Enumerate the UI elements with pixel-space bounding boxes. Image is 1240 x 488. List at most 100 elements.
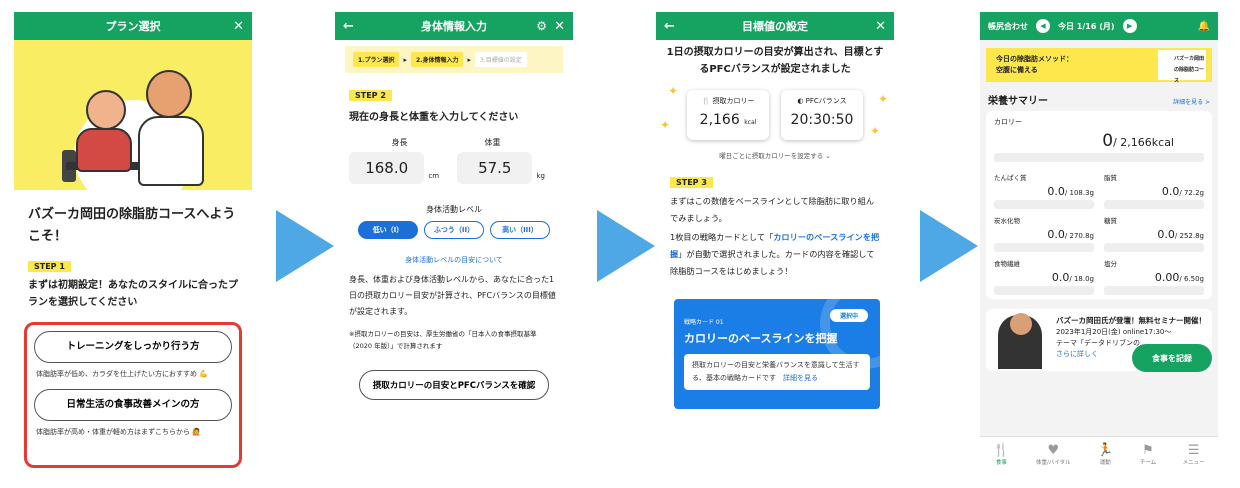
- nutrient-value: 0.0: [1047, 185, 1065, 198]
- next-day-icon[interactable]: ▶: [1122, 19, 1137, 33]
- promo-more-link[interactable]: さらに詳しく: [1056, 350, 1098, 358]
- flag-icon: ⚑: [1142, 443, 1154, 458]
- welcome-title: バズーカ岡田の除脂肪コースへようこそ！: [28, 207, 236, 244]
- daily-method-banner[interactable]: 今日の除脂肪メソッド： 空腹に備える バズーカ岡田の除脂肪コース: [986, 48, 1212, 84]
- flow-arrow-icon: [276, 210, 334, 282]
- nutrient-target: / 270.8g: [1064, 232, 1094, 240]
- calculation-explanation: 身長、体重および身体活動レベルから、あなたに合った1日の摂取カロリー目安が計算さ…: [349, 275, 556, 316]
- set-by-day-toggle[interactable]: 曜日ごとに摂取カロリーを設定する ⌄: [656, 150, 894, 160]
- crumb-body-info: 2.身体情報入力: [410, 52, 464, 67]
- gear-icon[interactable]: ⚙: [536, 19, 547, 33]
- flow-arrow-icon: [920, 210, 978, 282]
- tab-label: 運動: [1099, 460, 1111, 466]
- heart-icon: ♥: [1047, 443, 1060, 458]
- nutrient-target: / 18.0g: [1069, 275, 1094, 283]
- tab-team[interactable]: ⚑ チーム: [1140, 443, 1156, 466]
- menu-icon: ☰: [1187, 443, 1200, 458]
- tab-label: チーム: [1139, 460, 1157, 466]
- close-icon[interactable]: ✕: [554, 19, 565, 34]
- step-badge: STEP 2: [349, 90, 392, 101]
- weight-input[interactable]: 57.5: [457, 152, 533, 184]
- diet-plan-button[interactable]: 日常生活の食事改善メインの方: [34, 389, 232, 421]
- promo-title: バズーカ岡田氏が登壇！無料セミナー開催！: [1056, 316, 1206, 325]
- activity-level-selector: 低い（I） ふつう（II） 高い（III）: [335, 221, 573, 239]
- progress-steps: 1.プラン選択 ▸ 2.身体情報入力 ▸ 3.目標値の設定: [345, 46, 563, 73]
- calorie-label: カロリー: [994, 118, 1022, 126]
- strategy-text-pre: 1枚目の戦略カードとして「: [670, 232, 774, 242]
- strategy-card-more-link[interactable]: 詳細を見る: [783, 374, 818, 382]
- body-info-header: ← 身体情報入力 ⚙ ✕: [335, 12, 573, 40]
- close-icon[interactable]: ✕: [233, 19, 244, 34]
- strategy-text-post: 」が自動で選択されました。カードの内容を確認して除脂肪コースをはじめましょう！: [670, 249, 875, 276]
- body-info-heading: 現在の身長と体重を入力してください: [349, 112, 519, 123]
- calorie-target-card: 🍴 摂取カロリー 2,166 kcal: [687, 90, 769, 140]
- activity-high-button[interactable]: 高い（III）: [490, 221, 550, 239]
- strategy-card-desc-text: 摂取カロリーの目安と栄養バランスを意識して生活する、基本の戦略カードです: [692, 361, 860, 382]
- back-arrow-icon[interactable]: ←: [664, 19, 675, 34]
- height-input[interactable]: 168.0: [349, 152, 425, 184]
- strategy-card[interactable]: 選択中 戦略カード 01 カロリーのベースラインを把握 摂取カロリーの目安と栄養…: [674, 299, 880, 409]
- activity-low-button[interactable]: 低い（I）: [358, 221, 418, 239]
- summary-more-link[interactable]: 詳細を見る >: [1173, 97, 1210, 106]
- activity-guide-link[interactable]: 身体活動レベルの目安について: [405, 256, 503, 264]
- sparkle-icon: ✦: [660, 118, 671, 132]
- pfc-balance-value: 20:30:50: [790, 112, 854, 128]
- calorie-target-unit: kcal: [744, 119, 757, 126]
- tab-weight-vitals[interactable]: ♥ 体重/バイタル: [1036, 443, 1071, 466]
- fork-knife-icon: 🍴: [993, 443, 1010, 458]
- nutrient-salt: 塩分 0.00/ 6.50g: [1104, 258, 1204, 295]
- nutrient-label: 塩分: [1104, 260, 1117, 268]
- plan-select-screen: プラン選択 ✕ バズーカ岡田の除脂肪コースへようこそ！ STEP 1 まずは初期…: [14, 12, 252, 472]
- activity-level-label: 身体活動レベル: [426, 205, 482, 214]
- summary-title: 栄養サマリー: [988, 96, 1048, 107]
- tab-menu[interactable]: ☰ メニュー: [1183, 443, 1205, 466]
- chevron-right-icon: ▸: [467, 55, 471, 64]
- training-plan-button[interactable]: トレーニングをしっかり行う方: [34, 331, 232, 363]
- header-title: 目標値の設定: [742, 20, 808, 33]
- calculation-footnote: ※摂取カロリーの目安は、厚生労働省の「日本人の食事摂取基準（2020 年版）」で…: [349, 330, 537, 350]
- course-badge: バズーカ岡田の除脂肪コース: [1158, 50, 1206, 84]
- prev-day-icon[interactable]: ◀: [1036, 19, 1050, 33]
- nutrition-summary-card: カロリー 0/ 2,166kcal たんぱく質 0.0/ 108.3g 脂質 0.0…: [986, 111, 1212, 299]
- calorie-target-label: 🍴 摂取カロリー: [701, 97, 755, 105]
- nutrient-value: 0.0: [1157, 228, 1175, 241]
- back-arrow-icon[interactable]: ←: [343, 19, 354, 34]
- height-label: 身長: [391, 138, 408, 147]
- confirm-calories-button[interactable]: 摂取カロリーの目安とPFCバランスを確認: [359, 370, 549, 400]
- target-headline: 1日の摂取カロリーの目安が算出され、目標とするPFCバランスが設定されました: [666, 47, 884, 75]
- record-meal-button[interactable]: 食事を記録: [1132, 344, 1212, 372]
- promo-theme: テーマ「データドリブンの: [1056, 339, 1140, 347]
- plan-options-highlight: トレーニングをしっかり行う方 体脂肪率が低め、カラダを仕上げたい方におすすめ 💪…: [24, 322, 242, 468]
- calorie-progress-bar: [994, 153, 1204, 162]
- header-title: 身体情報入力: [421, 20, 487, 33]
- banner-title: 今日の除脂肪メソッド：: [996, 55, 1073, 63]
- dashboard-screen: 帳尻合わせ ◀ 今日 1/16 (月) ▶ 🔔 今日の除脂肪メソッド： 空腹に備え…: [980, 12, 1218, 472]
- tab-meal[interactable]: 🍴 食事: [993, 443, 1009, 466]
- step-badge: STEP 3: [670, 177, 713, 188]
- nutrient-fiber: 食物繊維 0.0/ 18.0g: [994, 258, 1094, 295]
- tab-label: メニュー: [1182, 460, 1205, 466]
- notification-bell-icon[interactable]: 🔔: [1198, 21, 1210, 32]
- nutrient-target: / 6.50g: [1179, 275, 1204, 283]
- height-unit: cm: [428, 172, 440, 180]
- activity-normal-button[interactable]: ふつう（II）: [424, 221, 484, 239]
- sparkle-icon: ✦: [877, 92, 888, 106]
- flow-arrow-icon: [597, 210, 655, 282]
- nutrient-sugar: 糖質 0.0/ 252.8g: [1104, 215, 1204, 252]
- calorie-target: / 2,166kcal: [1113, 136, 1174, 149]
- baseline-paragraph: まずはこの数値をベースラインとして除脂肪に取り組んでみましょう。: [670, 196, 875, 223]
- hero-illustration: [14, 40, 252, 190]
- weight-label: 体重: [484, 138, 501, 147]
- nutrient-label: たんぱく質: [994, 174, 1027, 182]
- diet-plan-note: 体脂肪率が高め・体重が軽め方はまずこちらから 🙋: [36, 428, 201, 436]
- tab-label: 体重/バイタル: [1035, 460, 1071, 466]
- plan-instruction: まずは初期設定！あなたのスタイルに合ったプランを選択してください: [28, 280, 238, 308]
- chevron-right-icon: ▸: [403, 55, 407, 64]
- weight-unit: kg: [536, 172, 545, 180]
- tab-label: 食事: [995, 460, 1007, 466]
- target-setting-screen: ← 目標値の設定 ✕ 1日の摂取カロリーの目安が算出され、目標とするPFCバラン…: [656, 12, 894, 472]
- nutrient-value: 0.0: [1047, 228, 1065, 241]
- nutrient-protein: たんぱく質 0.0/ 108.3g: [994, 172, 1094, 209]
- tab-exercise[interactable]: 🏃 運動: [1097, 443, 1113, 466]
- close-icon[interactable]: ✕: [875, 19, 886, 34]
